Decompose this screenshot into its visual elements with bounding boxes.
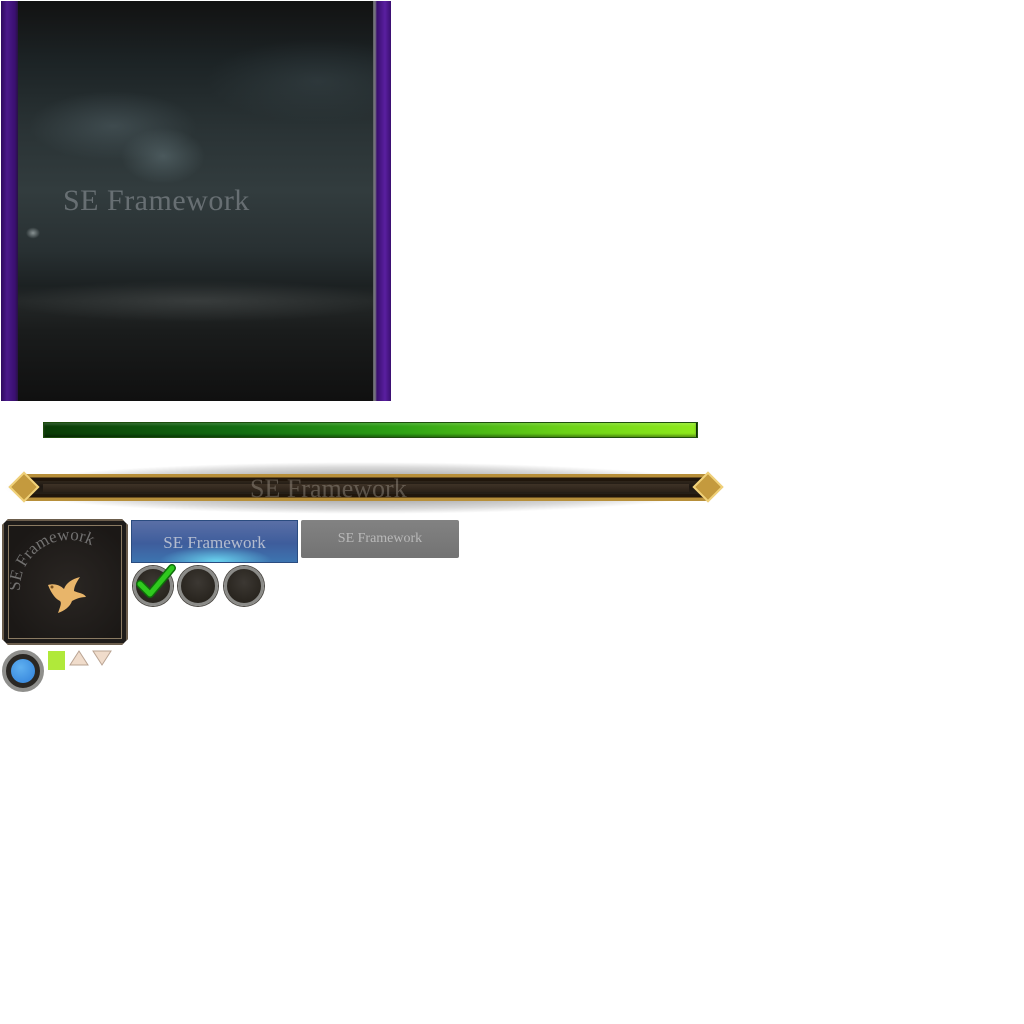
main-panel: SE Framework <box>1 1 391 401</box>
green-swatch <box>48 651 65 670</box>
arrow-down-icon[interactable] <box>92 650 112 666</box>
ornate-bar-watermark: SE Framework <box>250 474 407 503</box>
dove-tile[interactable]: SE Framework <box>2 519 128 645</box>
panel-landscape-ridge <box>18 271 373 331</box>
arrow-up-icon[interactable] <box>69 650 89 666</box>
radio-dot <box>11 659 35 683</box>
progress-bar <box>43 422 698 438</box>
panel-background-image: SE Framework <box>18 1 373 401</box>
dove-icon <box>48 577 86 613</box>
panel-watermark: SE Framework <box>63 184 250 217</box>
progress-bar-fill <box>44 423 696 437</box>
checkbox-unchecked[interactable] <box>178 566 218 606</box>
checkbox-unchecked[interactable] <box>224 566 264 606</box>
radio-button-selected[interactable] <box>2 650 44 692</box>
disabled-button[interactable]: SE Framework <box>301 520 459 558</box>
primary-button[interactable]: SE Framework <box>131 520 298 563</box>
check-icon <box>136 564 176 598</box>
